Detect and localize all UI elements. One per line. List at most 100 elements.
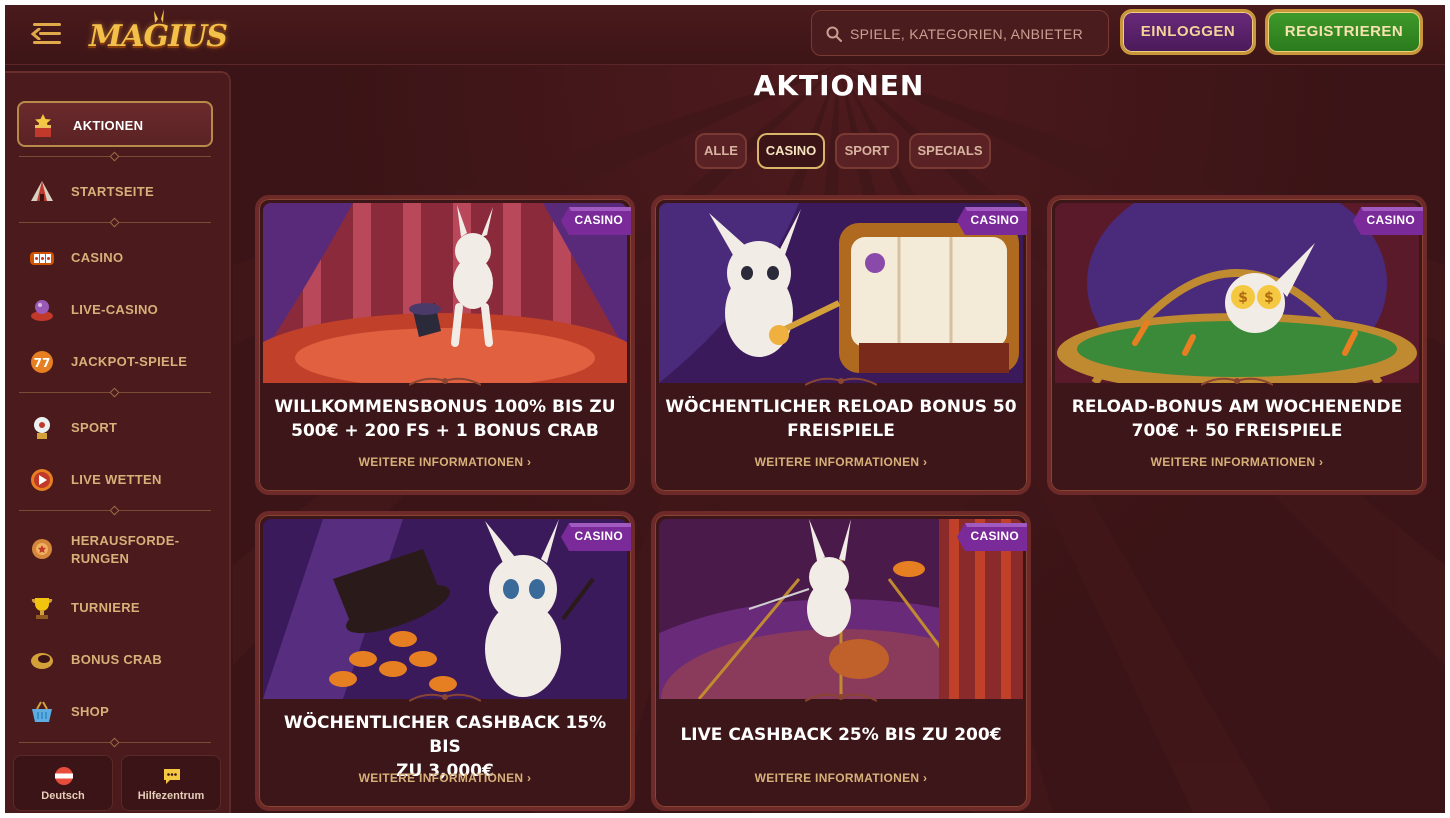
jackpot-777-icon: 77 xyxy=(31,351,53,373)
promo-title-line: RELOAD-BONUS AM WOCHENENDE xyxy=(1071,397,1403,417)
casino-badge: CASINO xyxy=(970,213,1019,227)
sidebar-item-bonus-crab[interactable]: BONUS CRAB xyxy=(17,637,213,683)
sidebar-item-label: TURNIERE xyxy=(71,600,140,615)
sidebar-item-sport[interactable]: SPORT xyxy=(17,405,213,451)
live-play-icon xyxy=(31,469,53,491)
casino-badge: CASINO xyxy=(574,213,623,227)
sidebar-divider xyxy=(19,151,211,162)
promo-card[interactable]: CASINO WÖCHENTLICHER CASHBACK 15% BIS ZU … xyxy=(255,511,635,811)
tab-sport[interactable]: SPORT xyxy=(835,133,899,169)
more-info-link[interactable]: WEITERE INFORMATIONEN › xyxy=(655,771,1027,785)
hamburger-menu-icon[interactable] xyxy=(31,23,61,45)
more-info-link[interactable]: WEITERE INFORMATIONEN › xyxy=(259,771,631,785)
register-button[interactable]: REGISTRIEREN xyxy=(1265,9,1423,55)
trophy-ball-icon xyxy=(34,417,50,439)
page-title: AKTIONEN xyxy=(753,69,925,102)
promo-title: WÖCHENTLICHER RELOAD BONUS 50 FREISPIELE xyxy=(665,395,1017,443)
svg-text:$: $ xyxy=(1238,290,1248,306)
language-label: Deutsch xyxy=(41,790,85,802)
sidebar-item-live-wetten[interactable]: LIVE WETTEN xyxy=(17,457,213,503)
sidebar-label-line: HERAUSFORDE- xyxy=(71,533,180,548)
app-frame: MAGIUS SPIELE, KATEGORIEN, ANBIETER EINL… xyxy=(5,5,1445,813)
card-ornament xyxy=(805,693,877,702)
trophy-icon xyxy=(31,598,53,619)
sidebar-item-casino[interactable]: CASINO xyxy=(17,235,213,281)
card-ornament xyxy=(409,693,481,702)
sidebar-item-jackpot-spiele[interactable]: 77 JACKPOT-SPIELE xyxy=(17,339,213,385)
promo-title-line: WILLKOMMENSBONUS 100% BIS ZU xyxy=(274,397,616,417)
chevron-right-icon: › xyxy=(527,455,532,469)
sidebar-item-label: LIVE WETTEN xyxy=(71,472,162,487)
chevron-right-icon: › xyxy=(527,771,532,785)
magius-logo[interactable]: MAGIUS xyxy=(89,9,229,59)
promo-card[interactable]: CASINO WILLKOMMENSBONUS 100% BIS ZU 500€ … xyxy=(255,195,635,495)
more-info-label: WEITERE INFORMATIONEN xyxy=(1150,455,1316,469)
promo-card[interactable]: CASINO LIVE CASHBACK 25% BIS ZU 200€ WEI… xyxy=(651,511,1031,811)
promo-title-line: WÖCHENTLICHER CASHBACK 15% BIS xyxy=(283,713,607,757)
search-placeholder: SPIELE, KATEGORIEN, ANBIETER xyxy=(850,26,1083,42)
sidebar-item-label: SPORT xyxy=(71,420,118,435)
help-center-button[interactable]: Hilfezentrum xyxy=(121,755,221,811)
chat-bubble-icon xyxy=(164,769,180,784)
top-header: MAGIUS SPIELE, KATEGORIEN, ANBIETER EINL… xyxy=(5,5,1445,65)
login-button[interactable]: EINLOGGEN xyxy=(1120,9,1256,55)
sidebar-item-label: STARTSEITE xyxy=(71,184,154,199)
promo-card[interactable]: $ $ CASINO RELOAD-BONUS AM WOCHENENDE 700… xyxy=(1047,195,1427,495)
card-ornament xyxy=(409,377,481,386)
sidebar-item-label: AKTIONEN xyxy=(73,118,144,133)
sidebar-divider xyxy=(19,387,211,398)
sidebar-item-turniere[interactable]: TURNIERE xyxy=(17,585,213,631)
sidebar-item-label: CASINO xyxy=(71,250,124,265)
more-info-link[interactable]: WEITERE INFORMATIONEN › xyxy=(655,455,1027,469)
sidebar-item-herausforderungen[interactable]: HERAUSFORDE- RUNGEN xyxy=(17,525,213,571)
svg-text:$: $ xyxy=(1264,290,1274,306)
promo-title-line: FREISPIELE xyxy=(787,421,895,441)
help-center-label: Hilfezentrum xyxy=(137,790,205,802)
promo-card[interactable]: CASINO WÖCHENTLICHER RELOAD BONUS 50 FREI… xyxy=(651,195,1031,495)
main-content: AKTIONEN ALLE CASINO SPORT SPECIALS CASI… xyxy=(233,65,1445,813)
tab-specials[interactable]: SPECIALS xyxy=(909,133,991,169)
sidebar-divider xyxy=(19,505,211,516)
sidebar-item-live-casino[interactable]: LIVE-CASINO xyxy=(17,287,213,333)
sidebar-item-label: SHOP xyxy=(71,704,110,719)
more-info-label: WEITERE INFORMATIONEN xyxy=(358,771,524,785)
chevron-right-icon: › xyxy=(1319,455,1324,469)
casino-badge: CASINO xyxy=(970,529,1019,543)
more-info-label: WEITERE INFORMATIONEN xyxy=(754,455,920,469)
promo-title: WILLKOMMENSBONUS 100% BIS ZU 500€ + 200 F… xyxy=(269,395,621,443)
slot-machine-icon xyxy=(30,252,54,265)
promo-title: LIVE CASHBACK 25% BIS ZU 200€ xyxy=(665,723,1017,747)
roulette-crystal-icon xyxy=(31,300,53,321)
basket-icon xyxy=(32,701,52,722)
promo-title: RELOAD-BONUS AM WOCHENENDE 700€ + 50 FREI… xyxy=(1061,395,1413,443)
sidebar-item-startseite[interactable]: STARTSEITE xyxy=(17,169,213,215)
sidebar-item-label: JACKPOT-SPIELE xyxy=(71,354,188,369)
sidebar-item-shop[interactable]: SHOP xyxy=(17,689,213,735)
sidebar-item-label: HERAUSFORDE- RUNGEN xyxy=(71,532,179,568)
card-ornament xyxy=(805,377,877,386)
tab-casino[interactable]: CASINO xyxy=(757,133,825,169)
sidebar-divider xyxy=(19,217,211,228)
sidebar-item-label: LIVE-CASINO xyxy=(71,302,159,317)
more-info-link[interactable]: WEITERE INFORMATIONEN › xyxy=(259,455,631,469)
gift-star-icon xyxy=(35,114,51,137)
card-ornament xyxy=(1201,377,1273,386)
sidebar: AKTIONEN STARTSEITE CASINO LIVE-CASINO 7… xyxy=(5,71,231,813)
chevron-right-icon: › xyxy=(923,455,928,469)
crab-claw-icon xyxy=(31,653,53,669)
tab-alle[interactable]: ALLE xyxy=(695,133,747,169)
sidebar-label-line: RUNGEN xyxy=(71,551,130,566)
medal-icon xyxy=(32,539,52,559)
search-input[interactable]: SPIELE, KATEGORIEN, ANBIETER xyxy=(811,10,1109,56)
promo-title-line: 700€ + 50 FREISPIELE xyxy=(1131,421,1343,441)
promo-title-line: LIVE CASHBACK 25% BIS ZU 200€ xyxy=(680,725,1002,745)
more-info-link[interactable]: WEITERE INFORMATIONEN › xyxy=(1051,455,1423,469)
more-info-label: WEITERE INFORMATIONEN xyxy=(754,771,920,785)
search-icon xyxy=(826,26,842,42)
promo-title-line: WÖCHENTLICHER RELOAD BONUS 50 xyxy=(665,397,1017,417)
logo-text: MAGIUS xyxy=(89,19,228,54)
more-info-label: WEITERE INFORMATIONEN xyxy=(358,455,524,469)
language-button[interactable]: Deutsch xyxy=(13,755,113,811)
casino-badge: CASINO xyxy=(1366,213,1415,227)
sidebar-item-aktionen[interactable]: AKTIONEN xyxy=(17,101,213,147)
